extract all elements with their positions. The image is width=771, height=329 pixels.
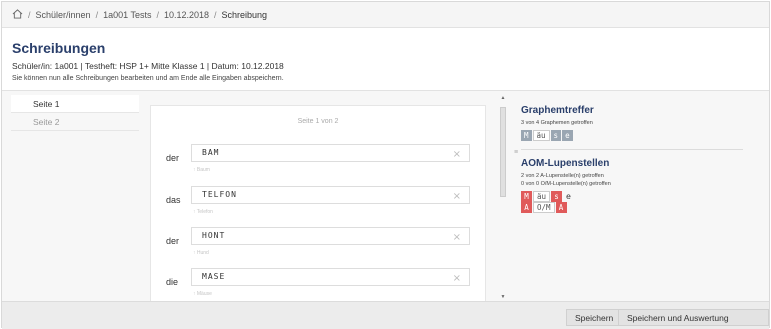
save-button[interactable]: Speichern <box>566 309 623 326</box>
breadcrumb-tests[interactable]: 1a001 Tests <box>103 10 151 20</box>
aom-tile: A <box>521 202 532 213</box>
word-value: HONT <box>202 231 226 240</box>
clear-icon[interactable]: × <box>453 147 461 163</box>
breadcrumb-separator: / <box>28 9 31 20</box>
results-panel: Graphemtreffer 3 von 4 Graphemen getroff… <box>521 105 743 213</box>
scroll-up-icon[interactable]: ▲ <box>499 95 507 101</box>
word-input-maeuse[interactable]: MASE × <box>191 268 470 286</box>
article-label: die <box>166 277 179 287</box>
word-editor: Seite 1 von 2 der BAM × ↑ Baum das TELFO… <box>150 105 486 302</box>
graphem-tile: s <box>550 130 562 141</box>
main-content: Seite 1 Seite 2 Seite 1 von 2 der BAM × … <box>2 90 769 302</box>
article-label: der <box>166 153 180 163</box>
aom-tile: A <box>555 202 567 213</box>
page-sidebar: Seite 1 Seite 2 <box>11 95 139 131</box>
resize-handle-icon[interactable]: ≡ <box>514 149 518 156</box>
editor-scrollbar[interactable]: ▲ ▼ <box>499 95 507 302</box>
clear-icon[interactable]: × <box>453 271 461 287</box>
word-input-telefon[interactable]: TELFON × <box>191 186 470 204</box>
aom-tile: O/M <box>533 202 555 213</box>
page-header: Schreibungen Schüler/in: 1a001 | Testhef… <box>12 40 284 82</box>
aom-description-om: 0 von 0 O/M-Lupenstelle(n) getroffen <box>521 181 611 187</box>
graphem-tiles: M äu s e <box>521 130 743 141</box>
aom-tile: äu <box>533 191 551 202</box>
clear-icon[interactable]: × <box>453 189 461 205</box>
scroll-down-icon[interactable]: ▼ <box>499 294 507 300</box>
breadcrumb-separator: / <box>214 9 217 20</box>
save-button-label: Speichern <box>575 313 614 323</box>
results-divider <box>521 149 743 150</box>
footer-bar: Speichern Speichern und Auswertung anseh… <box>2 301 769 329</box>
breadcrumb-separator: / <box>156 9 159 20</box>
graphem-tile: M <box>521 130 532 141</box>
breadcrumb-current: Schreibung <box>221 9 268 20</box>
word-input-hund[interactable]: HONT × <box>191 227 470 245</box>
page-subtitle: Schüler/in: 1a001 | Testheft: HSP 1+ Mit… <box>12 61 284 71</box>
breadcrumb-separator: / <box>95 9 99 20</box>
aom-description-a: 2 von 2 A-Lupenstelle(n) getroffen <box>521 173 604 179</box>
target-word-hint: ↑ Telefon <box>193 209 213 215</box>
sidebar-item-seite-2[interactable]: Seite 2 <box>11 113 139 131</box>
article-label: der <box>166 236 180 246</box>
scroll-thumb[interactable] <box>500 107 506 197</box>
app-frame: / Schüler/innen / 1a001 Tests / 10.12.20… <box>1 1 770 329</box>
target-word-hint: ↑ Baum <box>193 167 210 173</box>
word-value: BAM <box>202 148 220 157</box>
word-value: TELFON <box>202 190 237 199</box>
sidebar-item-seite-1[interactable]: Seite 1 <box>11 95 139 113</box>
page-indicator: Seite 1 von 2 <box>297 118 339 125</box>
aom-tiles: M äu s e A O/M A <box>521 191 743 213</box>
aom-tile: e <box>566 191 571 201</box>
page-title: Schreibungen <box>12 40 106 56</box>
clear-icon[interactable]: × <box>453 230 461 246</box>
home-icon[interactable] <box>12 8 23 21</box>
target-word-hint: ↑ Mäuse <box>193 291 212 297</box>
save-eval-button-label: Speichern und Auswertung ansehen <box>627 313 729 323</box>
graphem-tile: e <box>562 130 573 141</box>
breadcrumb: / Schüler/innen / 1a001 Tests / 10.12.20… <box>2 2 769 28</box>
save-and-view-evaluation-button[interactable]: Speichern und Auswertung ansehen › <box>618 309 769 326</box>
breadcrumb-students[interactable]: Schüler/innen <box>36 10 91 20</box>
aom-title: AOM-Lupenstellen <box>521 158 610 169</box>
word-value: MASE <box>202 272 226 281</box>
graphem-tile: äu <box>532 130 550 141</box>
word-input-baum[interactable]: BAM × <box>191 144 470 162</box>
graphem-title: Graphemtreffer <box>521 105 594 116</box>
page-hint: Sie können nun alle Schreibungen bearbei… <box>12 75 284 82</box>
aom-tile: s <box>551 191 563 202</box>
article-label: das <box>166 195 181 205</box>
graphem-description: 3 von 4 Graphemen getroffen <box>521 120 593 126</box>
aom-tile: M <box>521 191 532 202</box>
target-word-hint: ↑ Hund <box>193 250 209 256</box>
breadcrumb-date[interactable]: 10.12.2018 <box>164 10 209 20</box>
